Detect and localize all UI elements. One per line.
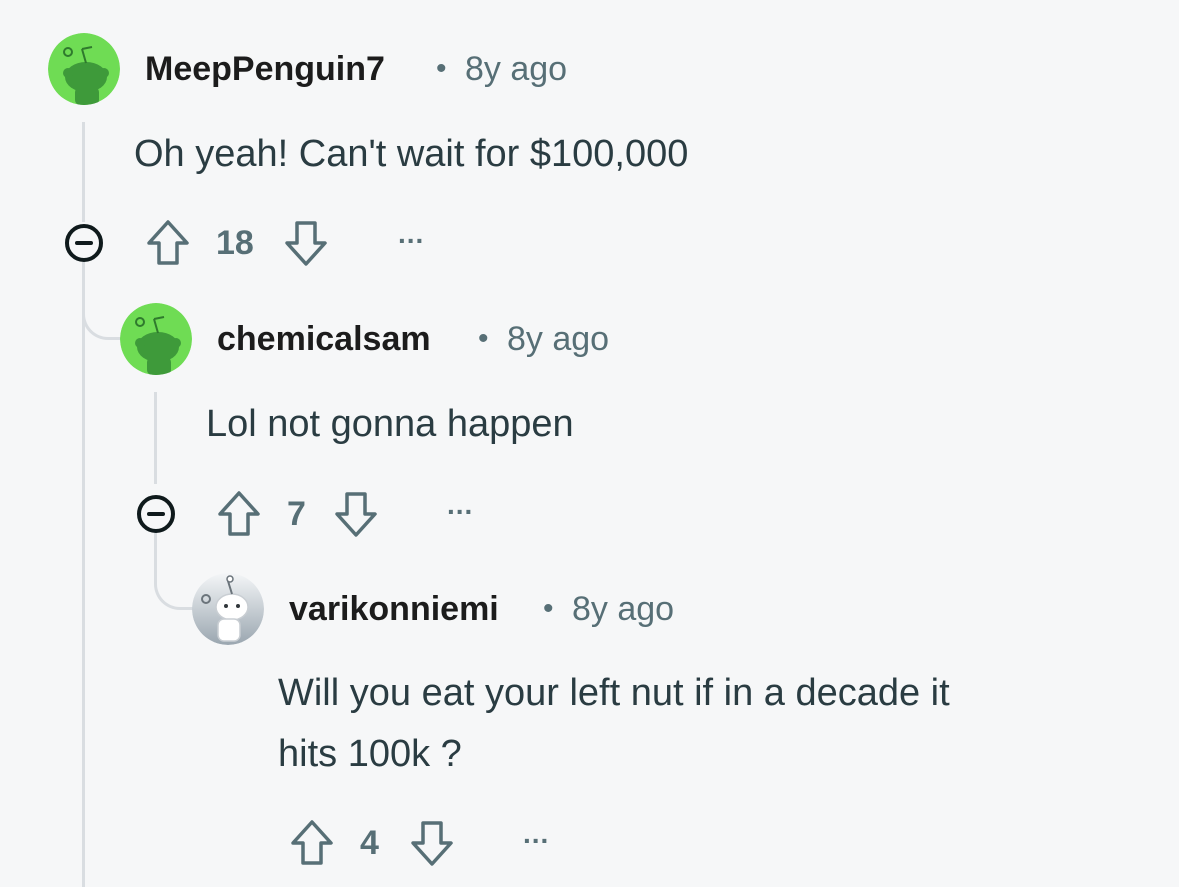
comment-timestamp[interactable]: 8y ago	[507, 320, 609, 359]
thread-connector-level-2	[82, 262, 122, 340]
vote-score: 4	[360, 824, 379, 862]
snoo-avatar-icon	[120, 303, 192, 375]
vote-score: 18	[216, 224, 254, 262]
comment-author[interactable]: MeepPenguin7	[145, 50, 385, 89]
downvote-arrow-icon[interactable]	[334, 490, 378, 538]
more-options-button[interactable]: ...	[447, 489, 473, 521]
downvote-arrow-icon[interactable]	[410, 819, 454, 867]
avatar[interactable]	[48, 33, 120, 105]
comment-author[interactable]: chemicalsam	[217, 320, 431, 359]
meta-separator: •	[436, 52, 447, 85]
comment-timestamp[interactable]: 8y ago	[572, 590, 674, 629]
thread-line-level-1[interactable]	[82, 122, 85, 222]
thread-line-level-1-lower[interactable]	[82, 262, 85, 887]
comment-body: Lol not gonna happen	[206, 394, 574, 455]
more-options-button[interactable]: ...	[398, 218, 424, 250]
downvote-arrow-icon[interactable]	[284, 219, 328, 267]
meta-separator: •	[478, 322, 489, 355]
comment-author[interactable]: varikonniemi	[289, 590, 499, 629]
vote-score: 7	[287, 495, 306, 533]
upvote-arrow-icon[interactable]	[290, 819, 334, 867]
upvote-arrow-icon[interactable]	[217, 490, 261, 538]
upvote-arrow-icon[interactable]	[146, 219, 190, 267]
comment-body: Oh yeah! Can't wait for $100,000	[134, 124, 688, 185]
comment-body-line: hits 100k ?	[278, 733, 462, 775]
more-options-button[interactable]: ...	[523, 818, 549, 850]
comment-body-line: Lol not gonna happen	[206, 403, 574, 445]
thread-line-level-2[interactable]	[154, 392, 157, 484]
thread-connector-level-3	[154, 532, 196, 610]
collapse-thread-button[interactable]	[65, 224, 103, 262]
comment-body-line: Oh yeah! Can't wait for $100,000	[134, 133, 689, 175]
comment-timestamp[interactable]: 8y ago	[465, 50, 567, 89]
avatar[interactable]	[192, 573, 264, 645]
comment-body-line: Will you eat your left nut if in a decad…	[278, 672, 950, 714]
collapse-thread-button[interactable]	[137, 495, 175, 533]
comment-body: Will you eat your left nut if in a decad…	[278, 663, 950, 785]
snoo-avatar-icon	[192, 573, 264, 645]
meta-separator: •	[543, 592, 554, 625]
snoo-avatar-icon	[48, 33, 120, 105]
avatar[interactable]	[120, 303, 192, 375]
